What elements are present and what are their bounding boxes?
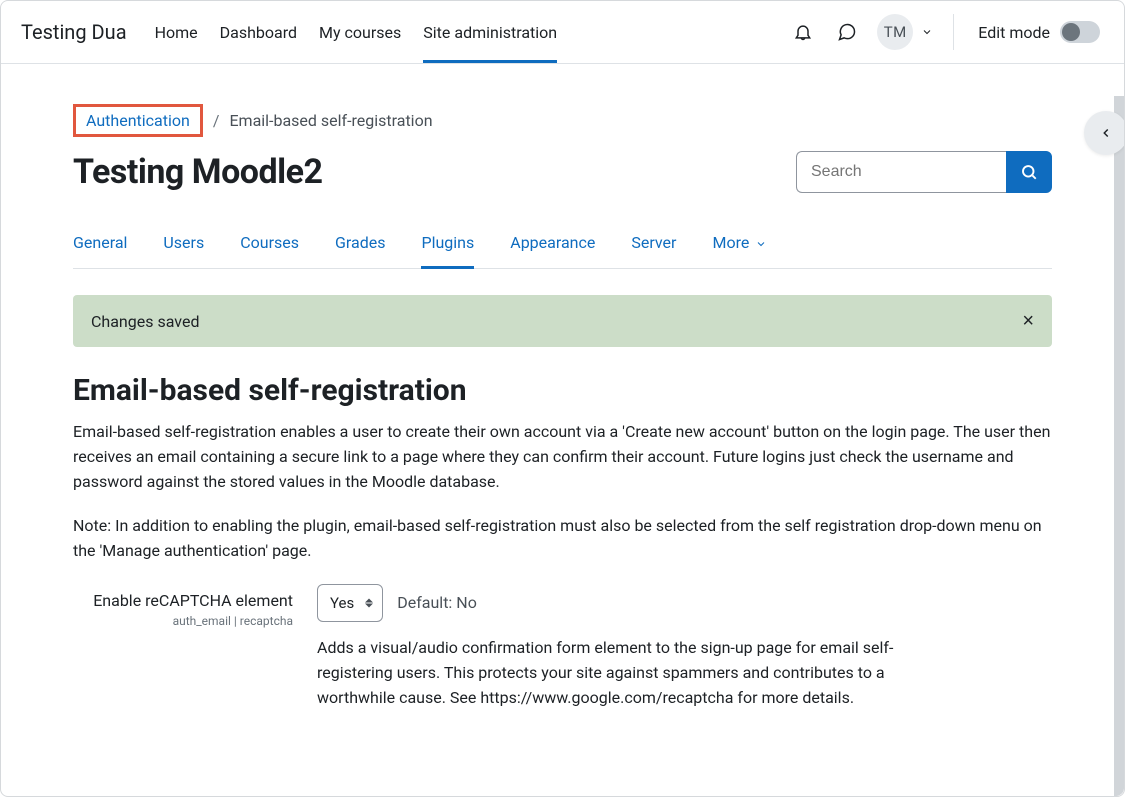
messages-icon[interactable] bbox=[833, 18, 861, 46]
setting-key: auth_email | recaptcha bbox=[73, 614, 293, 628]
setting-control-col: Yes Default: No Adds a visual/audio conf… bbox=[317, 584, 1052, 710]
user-menu[interactable]: TM bbox=[877, 14, 933, 50]
select-value: Yes bbox=[330, 594, 354, 612]
search-input[interactable] bbox=[796, 151, 1006, 193]
recaptcha-select[interactable]: Yes bbox=[317, 584, 383, 622]
search-button[interactable] bbox=[1006, 151, 1052, 193]
page-title: Testing Moodle2 bbox=[73, 152, 322, 192]
drawer-toggle[interactable] bbox=[1084, 111, 1125, 155]
tab-appearance[interactable]: Appearance bbox=[510, 223, 595, 269]
divider bbox=[953, 14, 954, 50]
search-icon bbox=[1020, 163, 1038, 181]
section-description-2: Note: In addition to enabling the plugin… bbox=[73, 514, 1052, 564]
tab-plugins[interactable]: Plugins bbox=[421, 223, 474, 269]
section-title: Email-based self-registration bbox=[73, 373, 1052, 408]
switch-knob bbox=[1062, 23, 1080, 41]
site-brand[interactable]: Testing Dua bbox=[21, 20, 127, 44]
search-group bbox=[796, 151, 1052, 193]
setting-label-col: Enable reCAPTCHA element auth_email | re… bbox=[73, 584, 293, 628]
alert-text: Changes saved bbox=[91, 312, 199, 331]
breadcrumb-parent[interactable]: Authentication bbox=[73, 104, 203, 137]
alert-close-button[interactable]: × bbox=[1022, 311, 1034, 331]
setting-help: Adds a visual/audio confirmation form el… bbox=[317, 636, 957, 710]
navbar-icons: TM Edit mode bbox=[789, 14, 1100, 50]
tab-more-label: More bbox=[712, 233, 749, 252]
tab-general[interactable]: General bbox=[73, 223, 127, 269]
alert-success: Changes saved × bbox=[73, 295, 1052, 347]
nav-home[interactable]: Home bbox=[155, 1, 198, 63]
select-caret-icon bbox=[365, 598, 373, 607]
edit-mode-label: Edit mode bbox=[978, 23, 1050, 42]
notifications-icon[interactable] bbox=[789, 18, 817, 46]
tab-server[interactable]: Server bbox=[631, 223, 676, 269]
setting-recaptcha: Enable reCAPTCHA element auth_email | re… bbox=[73, 584, 1052, 710]
nav-my-courses[interactable]: My courses bbox=[319, 1, 401, 63]
primary-nav: Home Dashboard My courses Site administr… bbox=[155, 1, 558, 63]
top-navbar: Testing Dua Home Dashboard My courses Si… bbox=[1, 1, 1124, 64]
edit-mode-toggle[interactable] bbox=[1060, 21, 1100, 43]
tab-courses[interactable]: Courses bbox=[240, 223, 299, 269]
main-content: Authentication / Email-based self-regist… bbox=[1, 64, 1124, 734]
tab-more[interactable]: More bbox=[712, 223, 767, 269]
nav-dashboard[interactable]: Dashboard bbox=[220, 1, 297, 63]
breadcrumb-separator: / bbox=[213, 111, 220, 130]
tab-grades[interactable]: Grades bbox=[335, 223, 385, 269]
breadcrumb: Authentication / Email-based self-regist… bbox=[73, 104, 1052, 137]
nav-site-administration[interactable]: Site administration bbox=[423, 1, 557, 63]
breadcrumb-current: Email-based self-registration bbox=[229, 111, 432, 130]
setting-label: Enable reCAPTCHA element bbox=[73, 590, 293, 612]
chevron-down-icon bbox=[921, 26, 933, 38]
avatar: TM bbox=[877, 14, 913, 50]
chevron-left-icon bbox=[1099, 126, 1113, 140]
admin-tabs: General Users Courses Grades Plugins App… bbox=[73, 223, 1052, 269]
edit-mode: Edit mode bbox=[978, 21, 1100, 43]
chevron-down-icon bbox=[755, 238, 767, 250]
section-description-1: Email-based self-registration enables a … bbox=[73, 420, 1052, 494]
setting-default: Default: No bbox=[397, 593, 477, 612]
close-icon: × bbox=[1022, 310, 1034, 332]
tab-users[interactable]: Users bbox=[163, 223, 204, 269]
